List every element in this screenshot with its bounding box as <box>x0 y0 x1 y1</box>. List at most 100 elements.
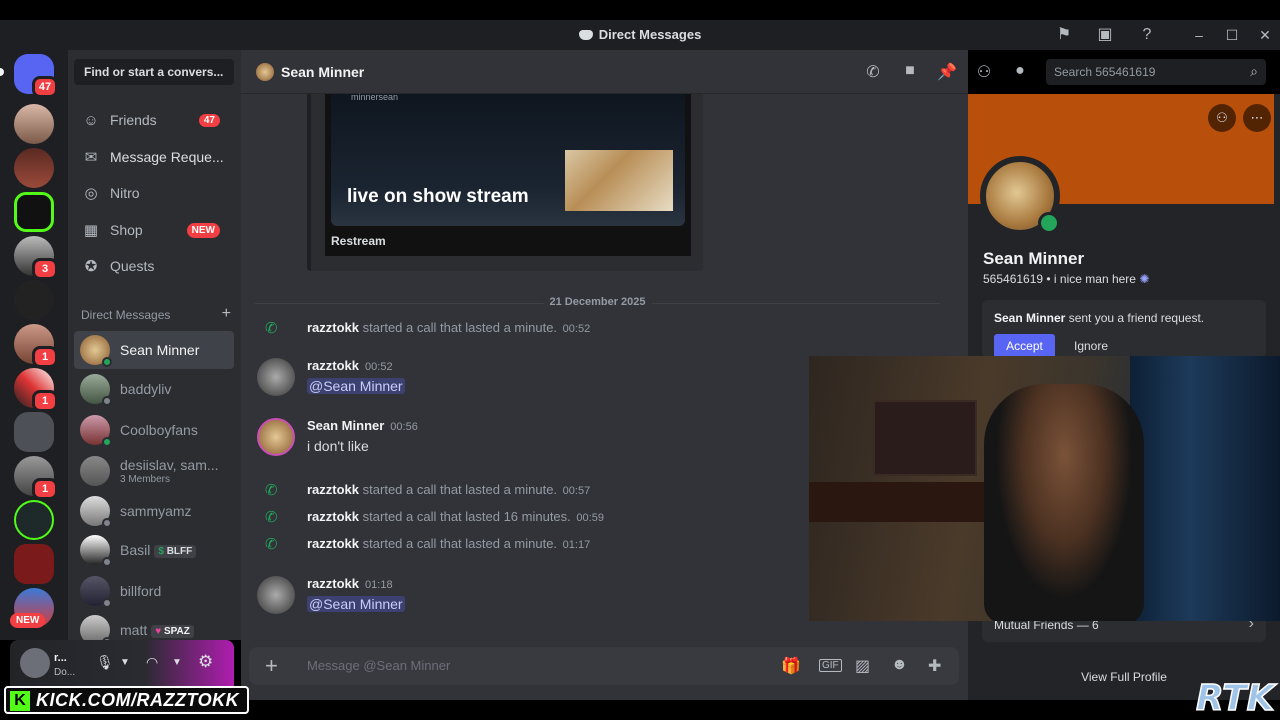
dm-name: billford <box>120 583 162 599</box>
mention[interactable]: @Sean Minner <box>307 596 405 612</box>
dm-item[interactable]: Sean Minner <box>74 331 234 369</box>
dm-name: Basil <box>120 542 151 558</box>
call-author[interactable]: razztokk <box>307 482 359 497</box>
request-message: sent you a friend request. <box>1065 311 1205 325</box>
video-call-icon[interactable]: ■ <box>900 62 920 82</box>
server-icon[interactable] <box>14 280 54 320</box>
phone-icon: ✆ <box>265 482 278 499</box>
settings-gear-icon[interactable]: ⚙ <box>198 652 213 672</box>
composer-placeholder: Message @Sean Minner <box>307 658 451 673</box>
server-badge: 1 <box>32 478 58 500</box>
server-icon[interactable] <box>14 412 54 452</box>
create-dm-plus-icon[interactable]: + <box>222 305 231 323</box>
call-time: 01:17 <box>562 539 591 551</box>
server-icon[interactable] <box>14 104 54 144</box>
dm-item[interactable]: sammyamz <box>74 492 234 530</box>
search-input[interactable]: Search 565461619 ⌕ <box>1046 59 1266 85</box>
stream-url-overlay: K KICK.COM/RAZZTOKK <box>4 686 250 714</box>
online-status-indicator <box>1038 212 1060 234</box>
chevron-down-icon[interactable]: ▼ <box>120 657 130 668</box>
ignore-button[interactable]: Ignore <box>1066 334 1116 358</box>
nav-quests[interactable]: ✪ Quests <box>74 249 234 283</box>
nav-message-requests[interactable]: ✉ Message Reque... <box>74 140 234 174</box>
more-options-icon[interactable]: ⋯ <box>1243 104 1271 132</box>
server-icon[interactable]: 3 <box>14 236 58 280</box>
dm-name: baddyliv <box>120 381 172 397</box>
call-author[interactable]: razztokk <box>307 536 359 551</box>
mention[interactable]: @Sean Minner <box>307 378 405 394</box>
chevron-down-icon[interactable]: ▼ <box>172 657 182 668</box>
avatar <box>80 535 112 567</box>
nitro-icon: ◎ <box>84 185 98 202</box>
recipient-name[interactable]: Sean Minner <box>281 64 364 80</box>
message-avatar[interactable] <box>257 418 295 456</box>
gift-icon[interactable]: 🎁 <box>781 656 801 676</box>
flag-icon[interactable]: ⚑ <box>1054 25 1074 45</box>
user-avatar[interactable] <box>20 648 50 678</box>
emoji-icon[interactable]: ☻ <box>891 656 908 674</box>
server-icon[interactable]: 1 <box>14 456 58 500</box>
message-author[interactable]: Sean Minner <box>307 418 384 433</box>
pinned-messages-icon[interactable]: 📌 <box>937 62 957 82</box>
nav-nitro[interactable]: ◎ Nitro <box>74 176 234 210</box>
apps-icon[interactable]: ✚ <box>928 656 941 676</box>
server-icon[interactable] <box>14 148 54 188</box>
avatar <box>80 415 112 447</box>
minimize-button[interactable]: – <box>1189 25 1209 45</box>
webcam-streamer <box>984 384 1144 621</box>
call-text: started a call that lasted a minute. <box>362 482 558 497</box>
message-time: 00:56 <box>390 421 418 433</box>
find-conversation-input[interactable]: Find or start a convers... <box>74 59 234 85</box>
attach-plus-icon[interactable]: + <box>265 653 278 679</box>
server-rail: 47 3 1 1 1 NEW <box>0 50 68 640</box>
call-time: 00:52 <box>562 323 591 335</box>
dm-item[interactable]: billford <box>74 572 234 610</box>
user-profile-icon[interactable]: ● <box>1010 62 1030 82</box>
server-badge: 1 <box>32 390 58 412</box>
dm-item[interactable]: Basil $ BLFF <box>74 531 234 569</box>
stream-embed[interactable]: minnersean live on show stream Restream <box>307 92 703 271</box>
dm-sidebar: Find or start a convers... ☺ Friends 47 … <box>68 50 241 647</box>
status-indicator <box>102 437 112 447</box>
add-friends-to-dm-icon[interactable]: ⚇ <box>974 62 994 82</box>
home-button[interactable]: 47 <box>14 54 58 98</box>
message-author[interactable]: razztokk <box>307 358 359 373</box>
add-friend-icon[interactable]: ⚇ <box>1208 104 1236 132</box>
server-icon[interactable]: 1 <box>14 368 58 412</box>
server-icon[interactable] <box>14 500 54 540</box>
server-icon[interactable] <box>14 192 54 232</box>
call-author[interactable]: razztokk <box>307 509 359 524</box>
webcam-poster <box>873 400 977 476</box>
nav-shop[interactable]: ▦ Shop NEW <box>74 213 234 247</box>
server-tag: ♥ SPAZ <box>151 625 194 638</box>
gif-icon[interactable]: GIF <box>819 659 842 672</box>
message-avatar[interactable] <box>257 576 295 614</box>
dm-item[interactable]: baddyliv <box>74 370 234 408</box>
accept-button[interactable]: Accept <box>994 334 1055 358</box>
dm-item[interactable]: desiislav, sam... 3 Members <box>74 451 234 491</box>
inbox-icon[interactable]: ▣ <box>1095 25 1115 45</box>
nav-friends[interactable]: ☺ Friends 47 <box>74 103 234 137</box>
voice-call-icon[interactable]: ✆ <box>863 62 883 82</box>
message-avatar[interactable] <box>257 358 295 396</box>
microphone-icon[interactable]: 🎙 <box>96 654 114 671</box>
avatar <box>80 335 112 367</box>
server-icon[interactable] <box>14 544 54 584</box>
headphones-icon[interactable]: ◠ <box>146 654 158 671</box>
server-icon[interactable]: 1 <box>14 324 58 368</box>
message-author[interactable]: razztokk <box>307 576 359 591</box>
call-author[interactable]: razztokk <box>307 320 359 335</box>
status-indicator <box>102 396 112 406</box>
message-composer[interactable]: + Message @Sean Minner 🎁 GIF ▨ ☻ ✚ <box>249 647 959 685</box>
close-button[interactable]: ✕ <box>1255 25 1275 45</box>
help-icon[interactable]: ? <box>1137 25 1157 45</box>
status-indicator <box>102 598 112 608</box>
dm-name: matt <box>120 622 148 638</box>
sticker-icon[interactable]: ▨ <box>855 656 870 676</box>
dm-item[interactable]: Coolboyfans <box>74 411 234 449</box>
quests-icon: ✪ <box>84 258 98 275</box>
server-badge: 1 <box>32 346 58 368</box>
maximize-button[interactable]: ☐ <box>1222 25 1242 45</box>
requester-name: Sean Minner <box>994 311 1066 325</box>
avatar <box>80 496 112 528</box>
